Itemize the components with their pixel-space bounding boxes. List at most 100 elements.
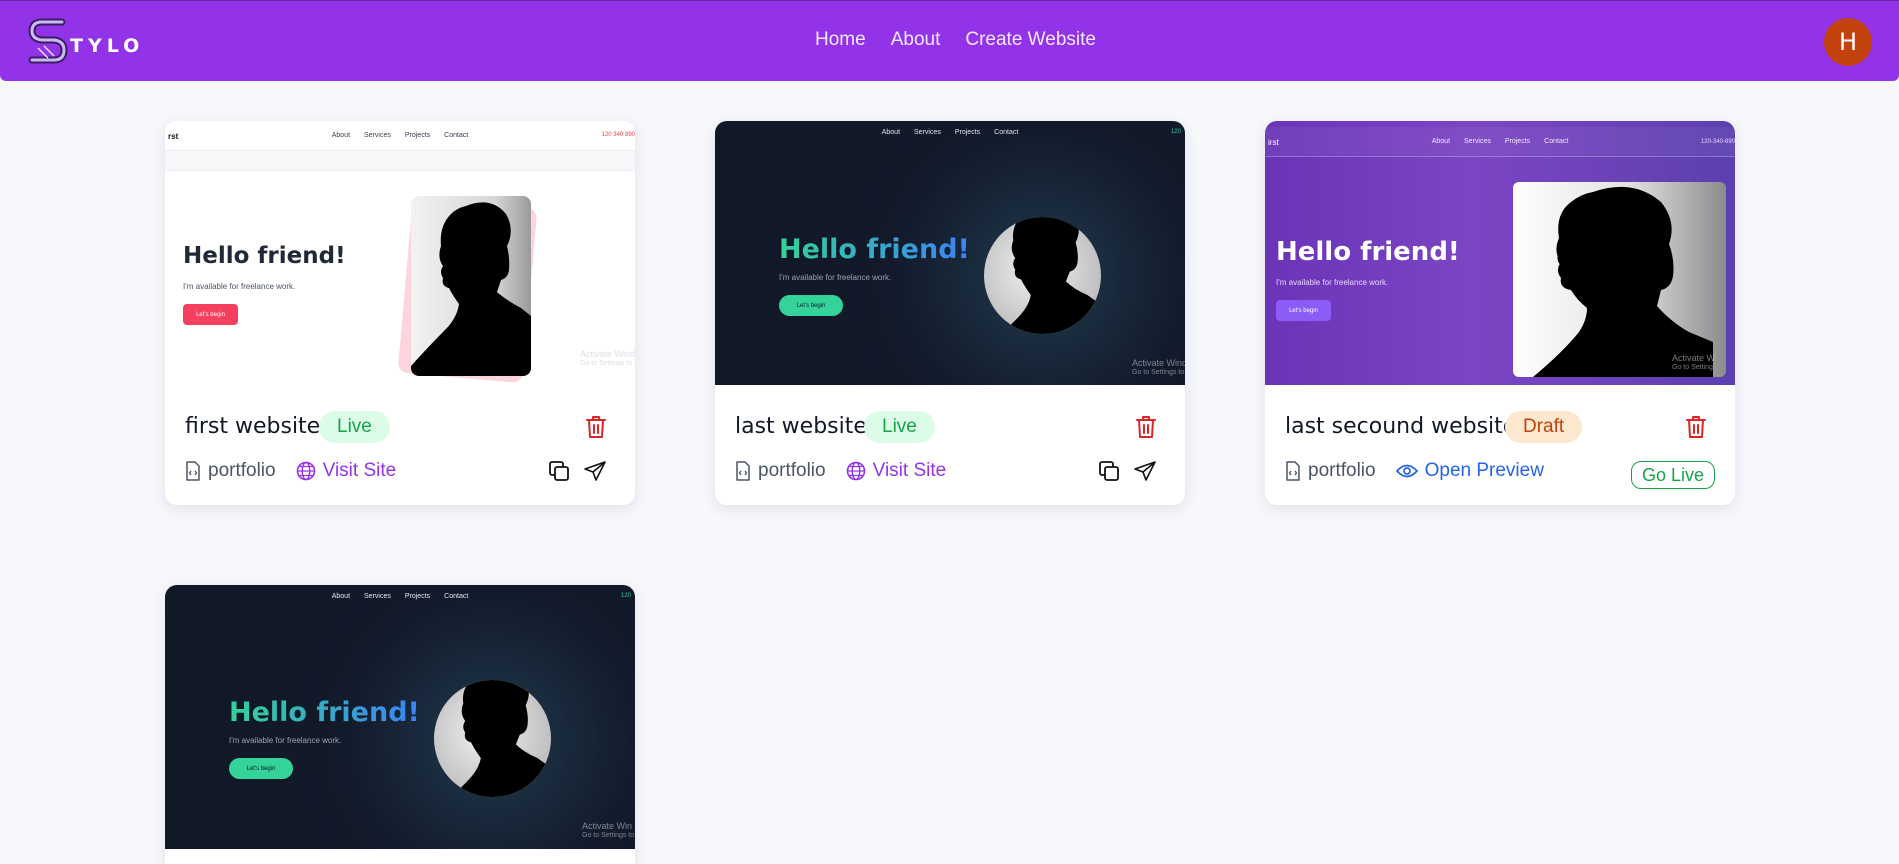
- preview-phone: 120 340 890: [601, 132, 635, 138]
- watermark-line: Activate W: [1672, 353, 1716, 363]
- code-file-icon: [186, 461, 200, 481]
- copy-icon: [1099, 461, 1119, 481]
- website-title: last website: [735, 414, 867, 439]
- preview-nav-item: About: [331, 132, 351, 139]
- preview-cta-button: Let's begin: [229, 758, 293, 779]
- website-card: About Services Projects Contact 120 Hell…: [715, 121, 1185, 505]
- person-silhouette-icon: [411, 202, 531, 376]
- nav-home-link[interactable]: Home: [815, 29, 866, 51]
- preview-cta-button: Let's begin: [1276, 300, 1331, 321]
- code-file-icon: [736, 461, 750, 481]
- copy-button[interactable]: [1097, 459, 1121, 483]
- nav-about-link[interactable]: About: [891, 29, 941, 51]
- website-type: portfolio: [1285, 460, 1376, 482]
- website-preview-thumbnail[interactable]: rst About Services Projects Contact 120 …: [165, 121, 635, 385]
- card-meta: portfolio Visit Site: [185, 460, 416, 482]
- watermark-line: Go to Settings to: [1132, 369, 1185, 376]
- preview-portrait-image: [1513, 182, 1726, 377]
- card-actions: [1097, 459, 1157, 483]
- preview-nav: About Services Projects Contact: [165, 585, 635, 607]
- preview-cta-button: Let's begin: [183, 304, 238, 325]
- preview-nav-item: Projects: [1504, 138, 1531, 145]
- share-button[interactable]: [583, 459, 607, 483]
- delete-trash-icon[interactable]: [1135, 415, 1157, 439]
- main-nav: Home About Create Website: [0, 29, 1899, 51]
- website-type-label: portfolio: [758, 460, 826, 481]
- card-body: first website Live portfolio Visit Site: [165, 385, 635, 505]
- visit-site-label: Visit Site: [322, 460, 397, 481]
- visit-site-link[interactable]: Visit Site: [846, 460, 946, 482]
- preview-nav-item: Contact: [444, 592, 469, 600]
- website-preview-thumbnail[interactable]: About Services Projects Contact 120 Hell…: [715, 121, 1185, 385]
- preview-headline: Hello friend!: [229, 697, 420, 728]
- watermark-line: Go to Setting: [1672, 364, 1713, 371]
- open-preview-label: Open Preview: [1424, 460, 1544, 481]
- preview-headline: Hello friend!: [779, 234, 970, 265]
- preview-headline: Hello friend!: [183, 243, 346, 269]
- preview-nav-item: About: [331, 592, 351, 600]
- status-badge: Draft: [1505, 411, 1583, 443]
- copy-icon: [549, 461, 569, 481]
- website-card: About Services Projects Contact 120 Hell…: [165, 585, 635, 864]
- website-card: irst About Services Projects Contact 120…: [1265, 121, 1735, 505]
- os-watermark: Activate Windo Go to Settings to ac: [580, 349, 635, 369]
- preview-nav-item: Contact: [1544, 138, 1569, 145]
- globe-icon: [296, 461, 315, 481]
- preview-nav-item: About: [1431, 138, 1451, 145]
- watermark-line: Activate Windo: [580, 349, 635, 359]
- delete-trash-icon[interactable]: [1685, 415, 1707, 439]
- preview-nav: About Services Projects Contact: [165, 121, 635, 151]
- watermark-line: Go to Settings to: [582, 832, 635, 839]
- nav-create-website-link[interactable]: Create Website: [965, 29, 1096, 51]
- website-preview-thumbnail[interactable]: About Services Projects Contact 120 Hell…: [165, 585, 635, 849]
- preview-nav-item: About: [881, 128, 901, 136]
- status-badge: Live: [864, 411, 935, 443]
- preview-portrait-image: [434, 680, 551, 797]
- preview-nav-item: Contact: [444, 132, 469, 139]
- send-icon: [1134, 461, 1156, 481]
- eye-icon: [1395, 464, 1418, 478]
- card-body: last secound website Draft portfolio Ope…: [1265, 385, 1735, 505]
- preview-band: [165, 151, 635, 171]
- watermark-line: Go to Settings to ac: [580, 360, 635, 367]
- card-meta: portfolio Visit Site: [735, 460, 966, 482]
- card-actions: [547, 459, 607, 483]
- top-navbar: TYLO Home About Create Website H: [0, 0, 1899, 81]
- preview-headline: Hello friend!: [1276, 237, 1460, 267]
- website-title: first website: [185, 414, 321, 439]
- preview-nav-item: Projects: [404, 592, 431, 600]
- preview-cta-button: Let's begin: [779, 295, 843, 316]
- preview-nav-item: Services: [914, 128, 941, 136]
- preview-subtitle: I'm available for freelance work.: [1276, 278, 1389, 287]
- preview-portrait-image: [984, 217, 1101, 334]
- website-preview-thumbnail[interactable]: irst About Services Projects Contact 120…: [1265, 121, 1735, 385]
- visit-site-link[interactable]: Visit Site: [296, 460, 397, 482]
- copy-button[interactable]: [547, 459, 571, 483]
- preview-nav-item: Projects: [404, 132, 431, 139]
- delete-trash-icon[interactable]: [585, 415, 607, 439]
- website-title: last secound website: [1285, 414, 1517, 439]
- preview-phone: 120-340-890: [1700, 139, 1735, 145]
- code-file-icon: [1286, 461, 1300, 481]
- preview-subtitle: I'm available for freelance work.: [183, 282, 296, 291]
- person-silhouette-icon: [451, 680, 551, 797]
- preview-nav: About Services Projects Contact: [715, 121, 1185, 143]
- globe-icon: [846, 461, 865, 481]
- open-preview-link[interactable]: Open Preview: [1395, 460, 1544, 482]
- user-avatar[interactable]: H: [1824, 18, 1872, 66]
- website-type-label: portfolio: [208, 460, 276, 481]
- preview-nav-item: Contact: [994, 128, 1019, 136]
- preview-portrait-image: [411, 196, 531, 376]
- preview-phone: 120: [620, 593, 631, 599]
- preview-nav-item: Services: [364, 592, 391, 600]
- os-watermark: Activate Wind Go to Settings to: [1132, 358, 1185, 378]
- preview-subtitle: I'm available for freelance work.: [779, 273, 892, 282]
- share-button[interactable]: [1133, 459, 1157, 483]
- preview-subtitle: I'm available for freelance work.: [229, 736, 342, 745]
- go-live-button[interactable]: Go Live: [1630, 461, 1715, 489]
- person-silhouette-icon: [1533, 186, 1713, 377]
- website-type: portfolio: [185, 460, 276, 482]
- watermark-line: Activate Wind: [1132, 358, 1185, 368]
- website-type: portfolio: [735, 460, 826, 482]
- status-badge: Live: [319, 411, 390, 443]
